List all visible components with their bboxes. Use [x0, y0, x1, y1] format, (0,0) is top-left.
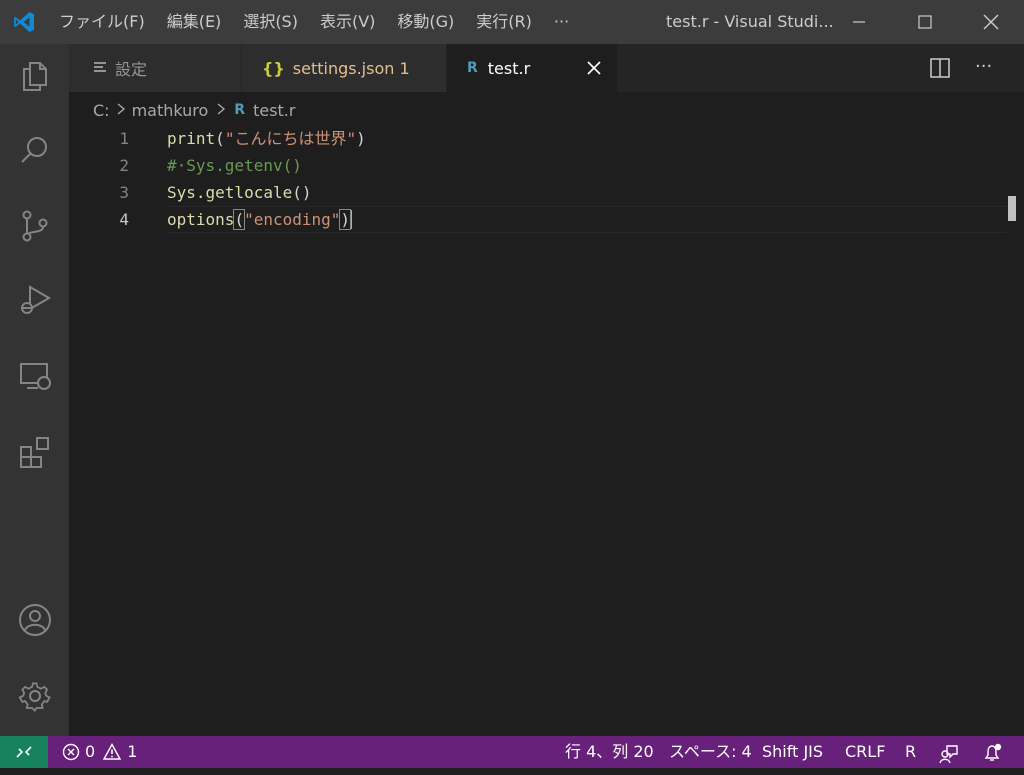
tab-label: settings.json 1	[292, 58, 410, 78]
settings-list-icon	[93, 59, 107, 78]
tab-settings[interactable]: 設定	[69, 44, 241, 92]
window-title: test.r - Visual Studi...	[666, 12, 834, 31]
chevron-right-icon	[216, 101, 226, 120]
tab-label: test.r	[487, 58, 531, 78]
status-bar: 0 1 行 4、列 20 スペース: 4 Shift JIS CRLF R	[0, 736, 1024, 768]
problems-status[interactable]: 0 1	[62, 736, 137, 768]
code-line: 2 #·Sys.getenv()	[69, 152, 1024, 179]
chevron-right-icon	[116, 101, 126, 120]
notifications-bell-icon[interactable]	[982, 742, 1002, 762]
code-line: 3 Sys.getlocale()	[69, 179, 1024, 206]
close-tab-icon[interactable]	[585, 59, 603, 81]
vscode-logo-icon	[0, 0, 48, 44]
line-number: 1	[119, 129, 129, 148]
code-line: 4 options("encoding")	[69, 206, 1024, 233]
minimize-button[interactable]	[826, 0, 892, 44]
line-number: 4	[119, 210, 129, 229]
menu-more[interactable]: ···	[543, 0, 580, 44]
code-text[interactable]: #·Sys.getenv()	[167, 152, 302, 179]
source-control-icon[interactable]	[0, 196, 69, 256]
warning-count: 1	[127, 742, 138, 761]
line-number: 2	[119, 156, 129, 175]
tab-bar: 設定 {} settings.json 1 R test.r ···	[69, 44, 1024, 92]
code-editor[interactable]: 1 print("こんにちは世界") 2 #·Sys.getenv() 3 Sy…	[69, 128, 1024, 736]
menu-run[interactable]: 実行(R)	[465, 0, 543, 44]
run-debug-icon[interactable]	[0, 270, 69, 330]
title-bar: ファイル(F) 編集(E) 選択(S) 表示(V) 移動(G) 実行(R) ··…	[0, 0, 1024, 44]
split-editor-icon[interactable]	[930, 58, 950, 82]
explorer-icon[interactable]	[0, 46, 69, 106]
cursor-position[interactable]: 行 4、列 20	[565, 736, 654, 768]
menu-file[interactable]: ファイル(F)	[48, 0, 156, 44]
activity-bar	[0, 44, 69, 736]
menu-go[interactable]: 移動(G)	[386, 0, 465, 44]
remote-explorer-icon[interactable]	[0, 346, 69, 406]
eol-status[interactable]: CRLF	[845, 736, 885, 768]
code-text[interactable]: options("encoding")	[167, 206, 353, 233]
code-text[interactable]: Sys.getlocale()	[167, 179, 312, 206]
maximize-icon	[918, 15, 932, 29]
code-line: 1 print("こんにちは世界")	[69, 125, 1024, 152]
search-icon[interactable]	[0, 120, 69, 180]
json-braces-icon: {}	[262, 58, 285, 78]
encoding-status[interactable]: Shift JIS	[762, 736, 823, 768]
error-count: 0	[85, 742, 96, 761]
scrollbar-thumb[interactable]	[1008, 196, 1016, 221]
manage-gear-icon[interactable]	[0, 666, 69, 726]
menu-edit[interactable]: 編集(E)	[156, 0, 233, 44]
feedback-icon[interactable]	[939, 743, 959, 764]
line-number: 3	[119, 183, 129, 202]
maximize-button[interactable]	[892, 0, 958, 44]
menu-bar: ファイル(F) 編集(E) 選択(S) 表示(V) 移動(G) 実行(R) ··…	[48, 0, 580, 44]
breadcrumb-folder[interactable]: mathkuro	[132, 101, 209, 120]
warning-icon	[103, 743, 122, 760]
error-icon	[62, 743, 80, 761]
remote-indicator-button[interactable]	[0, 736, 48, 768]
indentation-status[interactable]: スペース: 4	[669, 736, 752, 768]
close-icon	[983, 14, 999, 30]
accounts-icon[interactable]	[0, 590, 69, 650]
language-mode[interactable]: R	[905, 736, 916, 768]
code-text[interactable]: print("こんにちは世界")	[167, 125, 366, 152]
more-actions-icon[interactable]: ···	[975, 56, 992, 77]
tab-test-r[interactable]: R test.r	[447, 44, 617, 92]
breadcrumb: C: mathkuro R test.r	[69, 92, 1024, 128]
menu-view[interactable]: 表示(V)	[309, 0, 386, 44]
r-file-icon: R	[467, 60, 478, 76]
breadcrumb-file[interactable]: test.r	[253, 101, 295, 120]
extensions-icon[interactable]	[0, 422, 69, 482]
minimize-icon	[853, 21, 865, 23]
menu-selection[interactable]: 選択(S)	[232, 0, 309, 44]
tab-label: 設定	[115, 60, 148, 79]
r-file-icon: R	[234, 102, 246, 118]
remote-icon	[16, 746, 32, 758]
breadcrumb-drive[interactable]: C:	[93, 101, 110, 120]
tab-settings-json[interactable]: {} settings.json 1	[242, 44, 446, 92]
close-window-button[interactable]	[958, 0, 1024, 44]
